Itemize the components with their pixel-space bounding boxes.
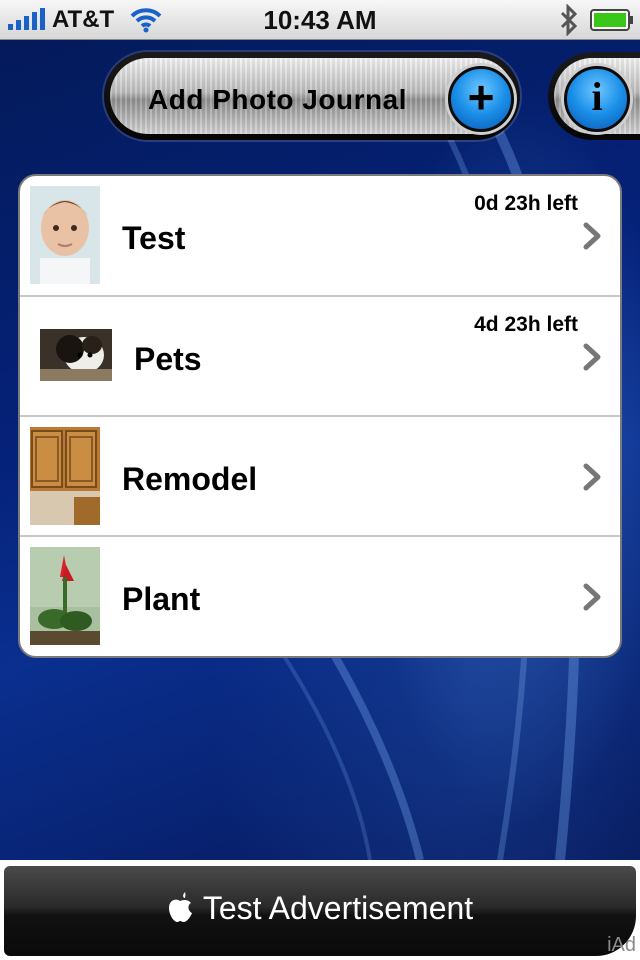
button-metal-face: Add Photo Journal + bbox=[110, 58, 514, 134]
journal-title: Pets bbox=[134, 341, 202, 377]
battery-icon bbox=[590, 9, 633, 31]
list-item-remodel[interactable]: Remodel bbox=[20, 417, 620, 537]
journal-title: Remodel bbox=[122, 461, 258, 497]
list-item-test[interactable]: Test 0d 23h left bbox=[20, 176, 620, 296]
carrier-label: AT&T bbox=[52, 6, 115, 33]
journal-time-left: 4d 23h left bbox=[474, 313, 578, 336]
chevron-right-icon bbox=[583, 222, 601, 250]
info-button[interactable]: i bbox=[548, 52, 640, 140]
apple-logo-icon bbox=[168, 892, 192, 922]
status-bar: AT&T 10:43 AM bbox=[0, 0, 640, 40]
add-photo-journal-button[interactable]: Add Photo Journal + bbox=[104, 52, 520, 140]
ad-text-container: Test Advertisement bbox=[0, 890, 640, 927]
bluetooth-icon bbox=[560, 4, 578, 36]
ad-banner[interactable]: Test Advertisement iAd bbox=[0, 860, 640, 960]
journal-thumbnail bbox=[40, 329, 112, 381]
journal-thumbnail bbox=[30, 186, 100, 284]
plus-icon: + bbox=[448, 66, 514, 132]
ad-label: Test Advertisement bbox=[202, 890, 474, 926]
signal-bars-icon bbox=[8, 8, 45, 30]
chevron-right-icon bbox=[583, 463, 601, 491]
journal-thumbnail bbox=[30, 547, 100, 645]
iad-badge: iAd bbox=[607, 934, 636, 956]
wifi-icon bbox=[130, 8, 162, 33]
journal-time-left: 0d 23h left bbox=[474, 192, 578, 215]
list-item-pets[interactable]: Pets 4d 23h left bbox=[20, 297, 620, 417]
add-photo-journal-label: Add Photo Journal bbox=[148, 84, 407, 115]
journal-list: Test 0d 23h left Pets 4d 23h left Remode… bbox=[18, 174, 622, 658]
journal-title: Plant bbox=[122, 581, 201, 617]
button-metal-face: i bbox=[554, 58, 640, 134]
list-item-plant[interactable]: Plant bbox=[20, 537, 620, 656]
journal-title: Test bbox=[122, 220, 186, 256]
chevron-right-icon bbox=[583, 583, 601, 611]
chevron-right-icon bbox=[583, 343, 601, 371]
journal-thumbnail bbox=[30, 427, 100, 525]
info-icon: i bbox=[564, 66, 630, 132]
